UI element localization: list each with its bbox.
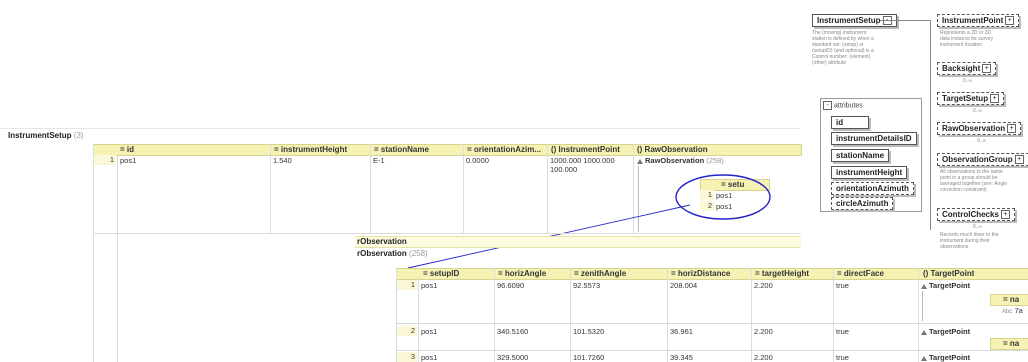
- cell-horizdistance[interactable]: 208.004: [670, 281, 697, 290]
- nested-column-header[interactable]: = na: [1003, 295, 1019, 305]
- column-divider: [667, 268, 668, 362]
- column-header-targetpoint[interactable]: () TargetPoint: [923, 269, 974, 279]
- cell-targetpoint[interactable]: TargetPoint: [921, 353, 970, 362]
- cell-targetpoint[interactable]: TargetPoint: [921, 327, 970, 336]
- cell-setupid[interactable]: pos1: [421, 281, 437, 290]
- cell-horizdistance[interactable]: 39.345: [670, 353, 693, 362]
- row-number[interactable]: 1: [397, 280, 417, 290]
- row-number[interactable]: 2: [397, 326, 417, 336]
- column-header-targetheight[interactable]: = targetHeight: [755, 269, 809, 279]
- cell-horizangle[interactable]: 329.5000: [497, 353, 528, 362]
- cell-horizdistance[interactable]: 36.961: [670, 327, 693, 336]
- expand-triangle-icon[interactable]: [921, 283, 927, 289]
- nested-cell[interactable]: Abc 7a: [1002, 306, 1023, 317]
- cell-setupid[interactable]: pos1: [421, 327, 437, 336]
- column-divider: [570, 268, 571, 362]
- nested-scroll-line: [922, 291, 923, 321]
- cell-zenithangle[interactable]: 92.5573: [573, 281, 600, 290]
- raw-observation-label: rObservation (258): [357, 249, 428, 258]
- cell-zenithangle[interactable]: 101.7260: [573, 353, 604, 362]
- expand-triangle-icon[interactable]: [921, 355, 927, 361]
- column-header-zenithangle[interactable]: = zenithAngle: [574, 269, 626, 279]
- column-divider: [918, 268, 919, 362]
- nested-header: = na: [990, 294, 1028, 306]
- column-divider: [751, 268, 752, 362]
- column-header-horizangle[interactable]: = horizAngle: [498, 269, 546, 279]
- cell-setupid[interactable]: pos1: [421, 353, 437, 362]
- cell-targetheight[interactable]: 2.200: [754, 353, 773, 362]
- cell-horizangle[interactable]: 96.6090: [497, 281, 524, 290]
- column-header-horizdistance[interactable]: = horizDistance: [671, 269, 730, 279]
- expand-triangle-icon[interactable]: [921, 329, 927, 335]
- cell-targetheight[interactable]: 2.200: [754, 281, 773, 290]
- cell-directface[interactable]: true: [836, 353, 849, 362]
- column-header-setupid[interactable]: = setupID: [423, 269, 459, 279]
- raw-observation-bar[interactable]: rObservation: [355, 236, 801, 248]
- cell-targetpoint[interactable]: TargetPoint: [921, 281, 970, 290]
- highlight-ellipse: [675, 174, 771, 220]
- nested-header: = na: [990, 338, 1028, 350]
- highlight-annotation: [407, 174, 771, 269]
- abc-icon: Abc: [1002, 309, 1013, 315]
- grid-header: = setupID = horizAngle = zenithAngle = h…: [396, 268, 1028, 280]
- column-divider: [494, 268, 495, 362]
- cell-zenithangle[interactable]: 101.5320: [573, 327, 604, 336]
- cell-directface[interactable]: true: [836, 281, 849, 290]
- row-divider: [396, 323, 1028, 324]
- cell-targetheight[interactable]: 2.200: [754, 327, 773, 336]
- cell-horizangle[interactable]: 340.5160: [497, 327, 528, 336]
- row-number[interactable]: 3: [397, 352, 417, 362]
- column-header-directface[interactable]: = directFace: [837, 269, 884, 279]
- nested-column-header[interactable]: = na: [1003, 339, 1019, 349]
- column-divider: [833, 268, 834, 362]
- row-divider: [396, 350, 1028, 351]
- row-divider: [93, 233, 800, 234]
- cell-directface[interactable]: true: [836, 327, 849, 336]
